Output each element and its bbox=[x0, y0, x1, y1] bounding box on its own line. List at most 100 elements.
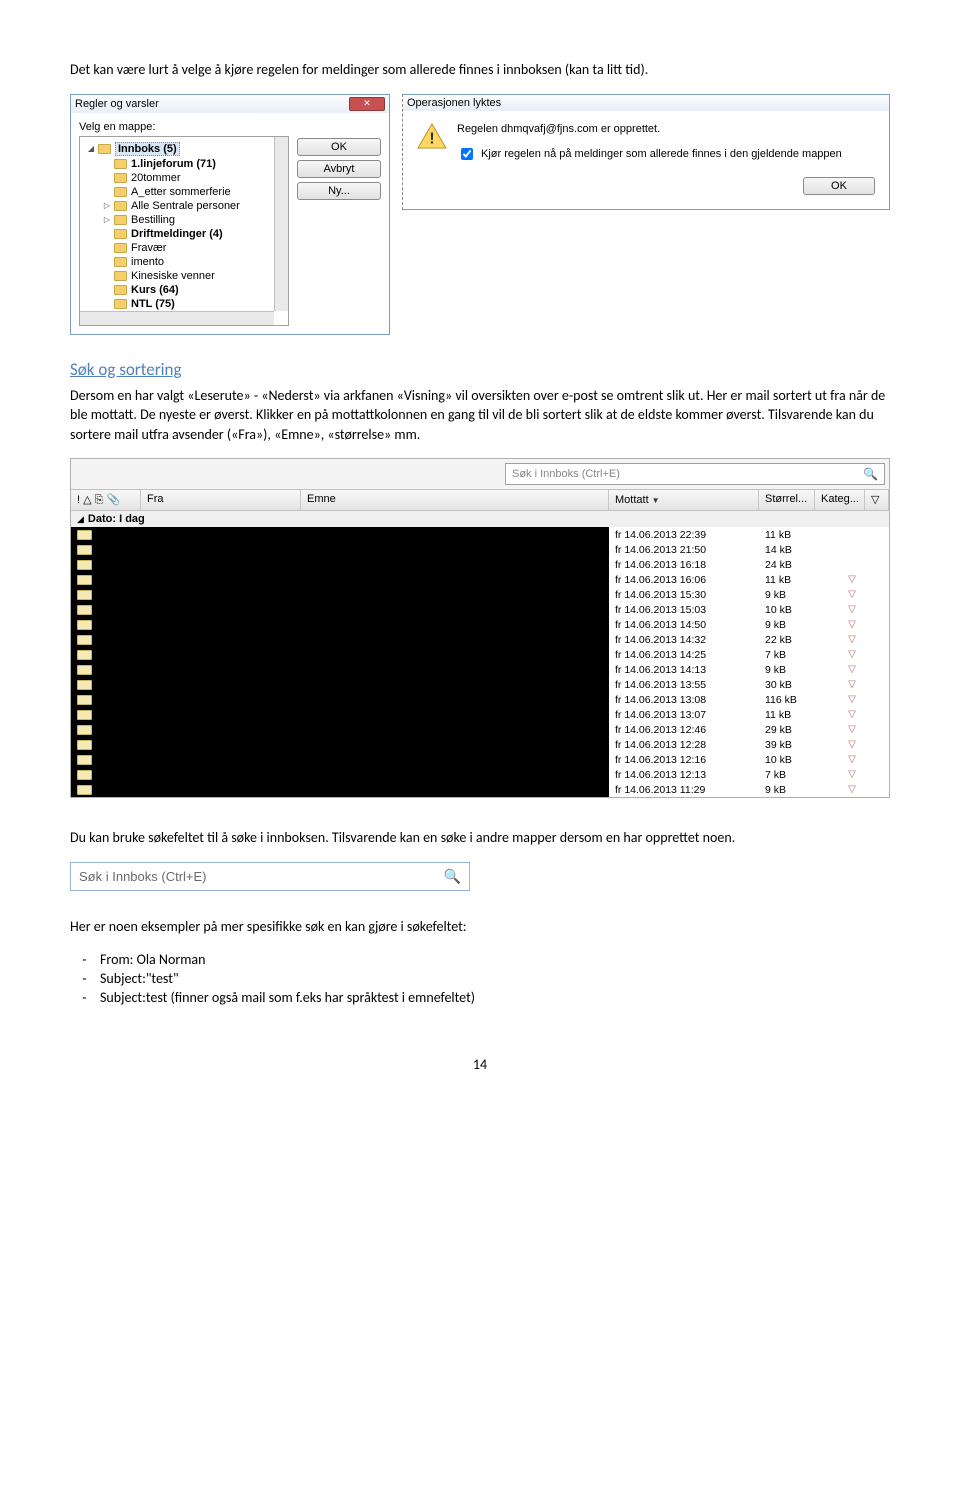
close-icon[interactable] bbox=[349, 97, 385, 111]
tree-label: Innboks (5) bbox=[115, 142, 180, 156]
mail-row[interactable] bbox=[71, 602, 609, 617]
mail-row[interactable] bbox=[71, 752, 609, 767]
flag-icon[interactable]: ▽ bbox=[842, 662, 862, 677]
ok-button[interactable]: OK bbox=[297, 138, 381, 156]
search-icon[interactable]: 🔍 bbox=[863, 467, 878, 481]
received-cell: fr 14.06.2013 22:39 bbox=[609, 527, 759, 542]
flag-icon[interactable] bbox=[846, 542, 858, 557]
mail-row[interactable] bbox=[71, 572, 609, 587]
folder-icon bbox=[114, 201, 127, 211]
col-category[interactable]: Kateg... bbox=[815, 490, 865, 510]
mail-row[interactable] bbox=[71, 737, 609, 752]
col-subject[interactable]: Emne bbox=[301, 490, 609, 510]
mail-row[interactable] bbox=[71, 722, 609, 737]
envelope-icon bbox=[77, 560, 92, 570]
folder-tree[interactable]: ◢Innboks (5)1.linjeforum (71)20tommerA_e… bbox=[79, 136, 289, 326]
size-cell: 29 kB bbox=[759, 722, 815, 737]
flag-icon[interactable]: ▽ bbox=[842, 572, 862, 587]
tree-item[interactable]: A_etter sommerferie bbox=[82, 185, 286, 199]
run-now-checkbox-input[interactable] bbox=[461, 148, 473, 160]
flag-icon[interactable]: ▽ bbox=[842, 677, 862, 692]
flag-icon[interactable]: ▽ bbox=[842, 602, 862, 617]
search-input-large[interactable]: Søk i Innboks (Ctrl+E) 🔍 bbox=[70, 862, 470, 891]
size-cell: 9 kB bbox=[759, 662, 815, 677]
tree-item[interactable]: 20tommer bbox=[82, 171, 286, 185]
envelope-icon bbox=[77, 530, 92, 540]
col-flag[interactable]: ▽ bbox=[865, 490, 889, 510]
mail-row[interactable] bbox=[71, 632, 609, 647]
flag-icon[interactable]: ▽ bbox=[842, 737, 862, 752]
flag-icon[interactable]: ▽ bbox=[842, 647, 862, 662]
run-now-checkbox[interactable]: Kjør regelen nå på meldinger som allered… bbox=[457, 145, 875, 163]
size-cell: 116 kB bbox=[759, 692, 815, 707]
search-input[interactable]: Søk i Innboks (Ctrl+E) 🔍 bbox=[505, 463, 885, 485]
group-header[interactable]: ◢ Dato: I dag bbox=[71, 511, 889, 527]
operation-success-dialog: Operasjonen lyktes ! Regelen dhmqvafj@fj… bbox=[402, 94, 890, 210]
col-from[interactable]: Fra bbox=[141, 490, 301, 510]
mail-row[interactable] bbox=[71, 677, 609, 692]
size-cell: 11 kB bbox=[759, 707, 815, 722]
tree-item[interactable]: ◢Innboks (5) bbox=[82, 141, 286, 157]
flag-icon[interactable]: ▽ bbox=[842, 782, 862, 797]
mail-row[interactable] bbox=[71, 782, 609, 797]
mail-row[interactable] bbox=[71, 662, 609, 677]
inbox-list: Søk i Innboks (Ctrl+E) 🔍 ! △ ⎘ 📎 Fra Emn… bbox=[70, 458, 890, 798]
size-cell: 24 kB bbox=[759, 557, 815, 572]
tree-item[interactable]: Fravær bbox=[82, 241, 286, 255]
folder-icon bbox=[114, 229, 127, 239]
size-cell: 22 kB bbox=[759, 632, 815, 647]
mail-row[interactable] bbox=[71, 707, 609, 722]
flag-icon[interactable]: ▽ bbox=[842, 767, 862, 782]
received-cell: fr 14.06.2013 14:32 bbox=[609, 632, 759, 647]
intro-paragraph: Det kan være lurt å velge å kjøre regele… bbox=[70, 60, 890, 80]
tree-item[interactable]: 1.linjeforum (71) bbox=[82, 157, 286, 171]
collapse-icon[interactable]: ◢ bbox=[77, 514, 84, 525]
mail-row[interactable] bbox=[71, 617, 609, 632]
new-folder-button[interactable]: Ny... bbox=[297, 182, 381, 200]
envelope-icon bbox=[77, 680, 92, 690]
folder-icon bbox=[114, 243, 127, 253]
col-received[interactable]: Mottatt▼ bbox=[609, 490, 759, 510]
mail-row[interactable] bbox=[71, 647, 609, 662]
tree-item[interactable]: ▷Bestilling bbox=[82, 213, 286, 227]
mail-row[interactable] bbox=[71, 557, 609, 572]
mail-row[interactable] bbox=[71, 587, 609, 602]
tree-item[interactable]: Kinesiske venner bbox=[82, 269, 286, 283]
ok-button[interactable]: OK bbox=[803, 177, 875, 195]
flag-icon[interactable]: ▽ bbox=[842, 722, 862, 737]
flag-icon[interactable]: ▽ bbox=[842, 692, 862, 707]
received-cell: fr 14.06.2013 12:46 bbox=[609, 722, 759, 737]
tree-item[interactable]: ▷Alle Sentrale personer bbox=[82, 199, 286, 213]
mail-row[interactable] bbox=[71, 527, 609, 542]
tree-item[interactable]: imento bbox=[82, 255, 286, 269]
mail-row[interactable] bbox=[71, 767, 609, 782]
tree-item[interactable]: Kurs (64) bbox=[82, 283, 286, 297]
size-cell: 14 kB bbox=[759, 542, 815, 557]
cancel-button[interactable]: Avbryt bbox=[297, 160, 381, 178]
mail-row[interactable] bbox=[71, 542, 609, 557]
flag-icon[interactable]: ▽ bbox=[842, 632, 862, 647]
success-message: Regelen dhmqvafj@fjns.com er opprettet. bbox=[457, 123, 875, 135]
tree-label: NTL (75) bbox=[131, 298, 175, 310]
received-cell: fr 14.06.2013 14:25 bbox=[609, 647, 759, 662]
size-cell: 9 kB bbox=[759, 587, 815, 602]
tree-item[interactable]: Driftmeldinger (4) bbox=[82, 227, 286, 241]
col-size[interactable]: Størrel... bbox=[759, 490, 815, 510]
folder-icon bbox=[114, 299, 127, 309]
column-headers[interactable]: ! △ ⎘ 📎 Fra Emne Mottatt▼ Størrel... Kat… bbox=[71, 489, 889, 511]
flag-icon[interactable]: ▽ bbox=[842, 587, 862, 602]
mail-row[interactable] bbox=[71, 692, 609, 707]
tree-item[interactable]: NTL (75) bbox=[82, 297, 286, 311]
search-icon[interactable]: 🔍 bbox=[444, 868, 461, 885]
folder-picker-label: Velg en mappe: bbox=[79, 121, 381, 133]
flag-icon[interactable] bbox=[846, 557, 858, 572]
scrollbar-horizontal[interactable] bbox=[80, 311, 274, 325]
tree-label: Bestilling bbox=[131, 214, 175, 226]
flag-icon[interactable]: ▽ bbox=[842, 707, 862, 722]
example-item: From: Ola Norman bbox=[96, 951, 890, 968]
flag-icon[interactable] bbox=[846, 527, 858, 542]
scrollbar-vertical[interactable] bbox=[274, 137, 288, 311]
flag-icon[interactable]: ▽ bbox=[842, 752, 862, 767]
flag-icon[interactable]: ▽ bbox=[842, 617, 862, 632]
size-cell: 9 kB bbox=[759, 617, 815, 632]
